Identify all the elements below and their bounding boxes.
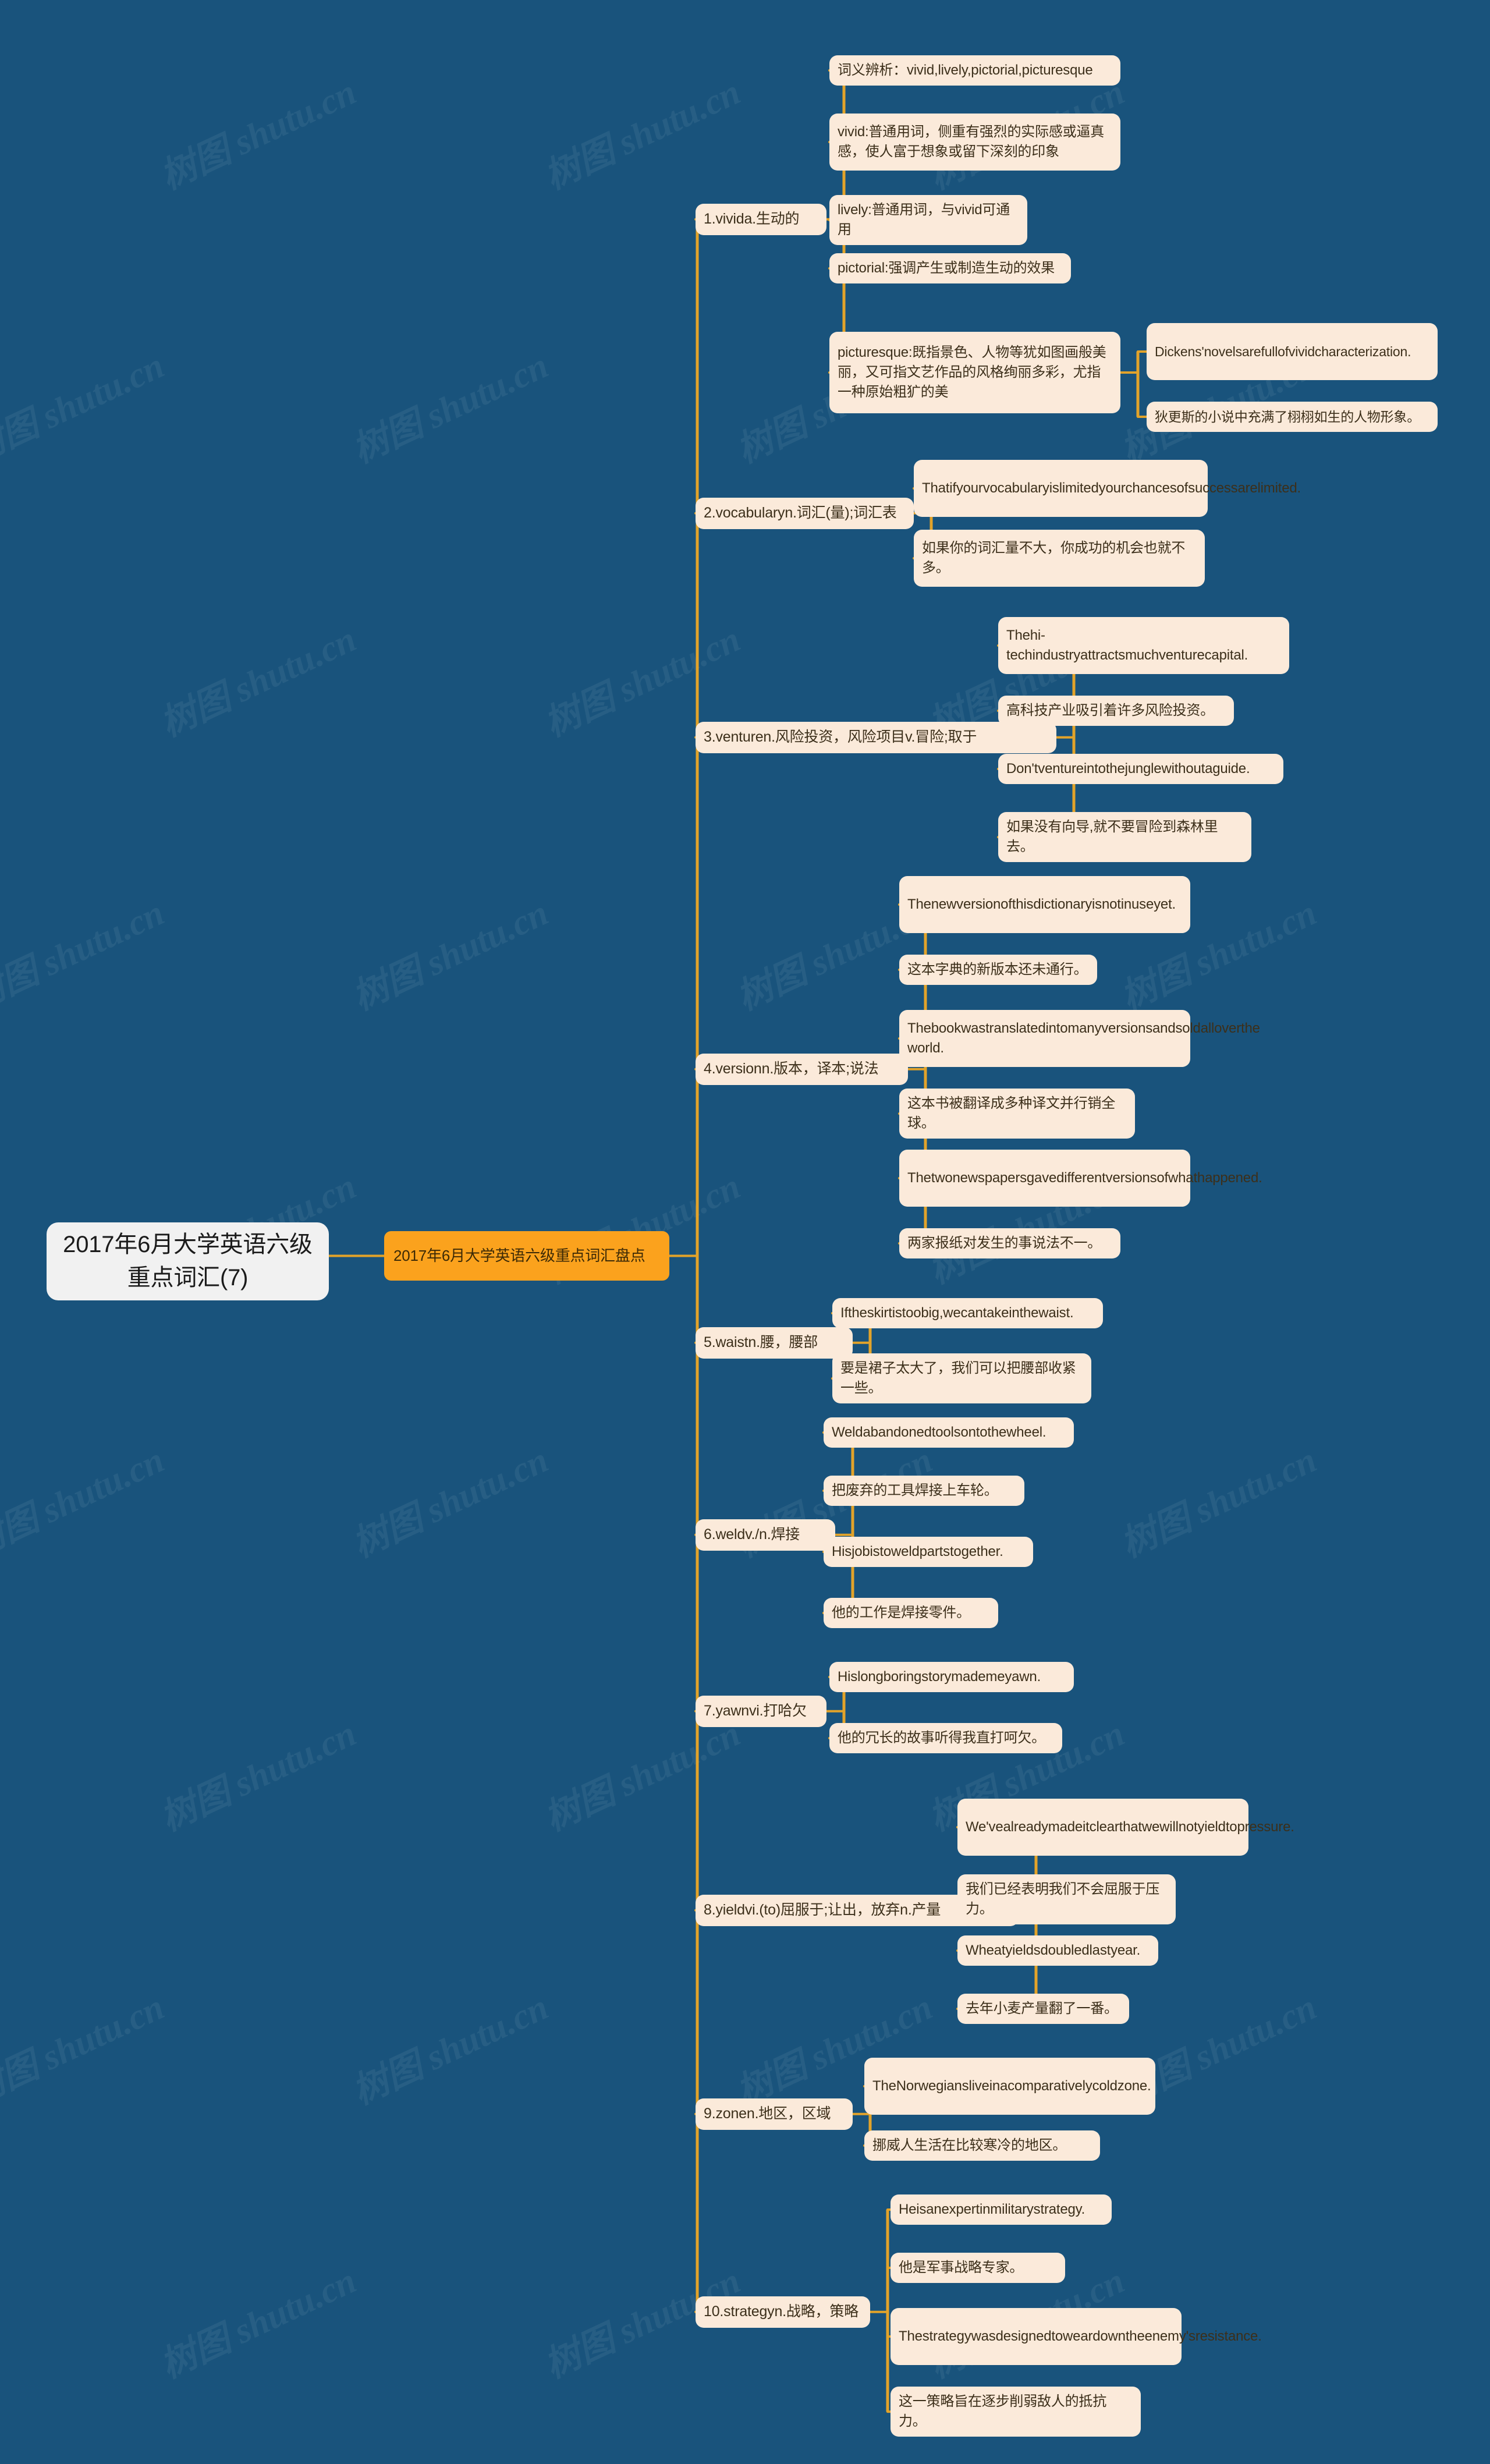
sub-node-4-6-label: 两家报纸对发生的事说法不一。: [907, 1235, 1102, 1251]
sub-node-2-2-label: 如果你的词汇量不大，你成功的机会也就不多。: [922, 540, 1186, 576]
branch-node-9[interactable]: 9.zonen.地区，区域: [696, 2098, 853, 2130]
sub-node-9-2-label: 挪威人生活在比较寒冷的地区。: [872, 2137, 1067, 2153]
sub-node-3-3-label: Don'tventureintothejunglewithoutaguide.: [1006, 761, 1250, 777]
sub-node-1-5-label: picturesque:既指景色、人物等犹如图画般美丽，又可指文艺作品的风格绚丽…: [838, 344, 1106, 400]
sub-node-3-1-label: Thehi-techindustryattractsmuchventurecap…: [1006, 627, 1248, 663]
sub-node-8-1[interactable]: We'vealreadymadeitclearthatwewillnotyiel…: [957, 1799, 1294, 1856]
sub-node-3-1[interactable]: Thehi-techindustryattractsmuchventurecap…: [998, 617, 1289, 674]
sub-node-9-1[interactable]: TheNorwegiansliveinacomparativelycoldzon…: [864, 2058, 1155, 2115]
sub-node-9-2[interactable]: 挪威人生活在比较寒冷的地区。: [864, 2130, 1100, 2161]
sub-node-10-4[interactable]: 这一策略旨在逐步削弱敌人的抵抗力。: [891, 2387, 1141, 2437]
sub-node-4-2-label: 这本字典的新版本还未通行。: [907, 962, 1088, 977]
sub-node-1-3-label: lively:普通用词，与vivid可通用: [838, 202, 1010, 238]
sub-node-3-4-label: 如果没有向导,就不要冒险到森林里去。: [1006, 819, 1218, 855]
sub-node-8-1-label: We'vealreadymadeitclearthatwewillnotyiel…: [966, 1818, 1294, 1835]
branch-node-4-label: 4.versionn.版本，译本;说法: [704, 1061, 879, 1077]
sub-node-9-1-label: TheNorwegiansliveinacomparativelycoldzon…: [872, 2077, 1151, 2094]
root-node[interactable]: 2017年6月大学英语六级重点词汇(7): [47, 1222, 329, 1300]
branch-node-7-label: 7.yawnvi.打哈欠: [704, 1703, 807, 1719]
sub-node-2-2[interactable]: 如果你的词汇量不大，你成功的机会也就不多。: [914, 530, 1205, 587]
center-topic-node[interactable]: 2017年6月大学英语六级重点词汇盘点: [384, 1231, 669, 1281]
branch-node-2-label: 2.vocabularyn.词汇(量);词汇表: [704, 505, 897, 521]
sub-node-8-3-label: Wheatyieldsdoubledlastyear.: [966, 1942, 1141, 1958]
branch-node-1[interactable]: 1.vivida.生动的: [696, 204, 826, 235]
sub-node-1-3[interactable]: lively:普通用词，与vivid可通用: [829, 195, 1027, 246]
branch-node-4[interactable]: 4.versionn.版本，译本;说法: [696, 1054, 908, 1085]
center-topic-node-label: 2017年6月大学英语六级重点词汇盘点: [393, 1247, 645, 1265]
sub-node-4-2[interactable]: 这本字典的新版本还未通行。: [899, 955, 1097, 985]
sub-node-4-4-label: 这本书被翻译成多种译文并行销全球。: [907, 1095, 1115, 1132]
sub-node-10-2[interactable]: 他是军事战略专家。: [891, 2253, 1065, 2284]
leaf-node-1-5-1-label: Dickens'novelsarefullofvividcharacteriza…: [1155, 343, 1411, 359]
sub-node-1-1-label: 词义辨析：vivid,lively,pictorial,picturesque: [838, 62, 1093, 78]
sub-node-6-3-label: Hisjobistoweldpartstogether.: [832, 1544, 1003, 1559]
sub-node-8-2[interactable]: 我们已经表明我们不会屈服于压力。: [957, 1874, 1176, 1925]
sub-node-6-1[interactable]: Weldabandonedtoolsontothewheel.: [824, 1417, 1074, 1448]
sub-node-10-3[interactable]: Thestrategywasdesignedtoweardowntheenemy…: [891, 2308, 1262, 2365]
sub-node-8-4-label: 去年小麦产量翻了一番。: [966, 2001, 1118, 2016]
branch-node-2[interactable]: 2.vocabularyn.词汇(量);词汇表: [696, 498, 914, 529]
branch-node-10[interactable]: 10.strategyn.战略，策略: [696, 2296, 870, 2328]
sub-node-6-2[interactable]: 把废弃的工具焊接上车轮。: [824, 1476, 1024, 1506]
sub-node-6-4[interactable]: 他的工作是焊接零件。: [824, 1598, 998, 1629]
branch-node-6[interactable]: 6.weldv./n.焊接: [696, 1519, 835, 1551]
sub-node-5-1[interactable]: Iftheskirtistoobig,wecantakeinthewaist.: [832, 1298, 1103, 1329]
leaf-node-1-5-1[interactable]: Dickens'novelsarefullofvividcharacteriza…: [1147, 323, 1438, 380]
sub-node-4-1-label: Thenewversionofthisdictionaryisnotinusey…: [907, 896, 1176, 912]
sub-node-7-1-label: Hislongboringstorymademeyawn.: [838, 1669, 1041, 1685]
sub-node-5-1-label: Iftheskirtistoobig,wecantakeinthewaist.: [840, 1305, 1074, 1321]
sub-node-10-1[interactable]: Heisanexpertinmilitarystrategy.: [891, 2194, 1112, 2225]
leaf-node-1-5-2-label: 狄更斯的小说中充满了栩栩如生的人物形象。: [1155, 409, 1421, 424]
mindmap-canvas: 树图 shutu.cn 树图 shutu.cn 树图 shutu.cn 树图 shut…: [0, 0, 1490, 2464]
branch-node-1-label: 1.vivida.生动的: [704, 211, 800, 227]
sub-node-3-2[interactable]: 高科技产业吸引着许多风险投资。: [998, 696, 1234, 726]
branch-node-5[interactable]: 5.waistn.腰，腰部: [696, 1327, 853, 1359]
sub-node-7-1[interactable]: Hislongboringstorymademeyawn.: [829, 1662, 1074, 1693]
sub-node-10-1-label: Heisanexpertinmilitarystrategy.: [899, 2201, 1085, 2217]
sub-node-1-4-label: pictorial:强调产生或制造生动的效果: [838, 260, 1055, 276]
sub-node-4-3-label: Thebookwastranslatedintomanyversionsands…: [907, 1020, 1260, 1056]
sub-node-4-5[interactable]: Thetwonewspapersgavedifferentversionsofw…: [899, 1150, 1262, 1207]
sub-node-6-4-label: 他的工作是焊接零件。: [832, 1605, 970, 1621]
branch-node-5-label: 5.waistn.腰，腰部: [704, 1334, 818, 1350]
sub-node-10-4-label: 这一策略旨在逐步削弱敌人的抵抗力。: [899, 2394, 1106, 2430]
sub-node-3-4[interactable]: 如果没有向导,就不要冒险到森林里去。: [998, 812, 1251, 863]
branch-node-7[interactable]: 7.yawnvi.打哈欠: [696, 1696, 826, 1727]
sub-node-4-5-label: Thetwonewspapersgavedifferentversionsofw…: [907, 1169, 1262, 1186]
sub-node-1-1[interactable]: 词义辨析：vivid,lively,pictorial,picturesque: [829, 55, 1120, 86]
sub-node-10-2-label: 他是军事战略专家。: [899, 2260, 1024, 2275]
sub-node-8-2-label: 我们已经表明我们不会屈服于压力。: [966, 1881, 1160, 1917]
sub-node-3-3[interactable]: Don'tventureintothejunglewithoutaguide.: [998, 754, 1283, 785]
sub-node-1-4[interactable]: pictorial:强调产生或制造生动的效果: [829, 253, 1071, 284]
sub-node-6-1-label: Weldabandonedtoolsontothewheel.: [832, 1424, 1046, 1440]
sub-node-6-2-label: 把废弃的工具焊接上车轮。: [832, 1483, 998, 1498]
branch-node-10-label: 10.strategyn.战略，策略: [704, 2303, 858, 2320]
sub-node-1-5[interactable]: picturesque:既指景色、人物等犹如图画般美丽，又可指文艺作品的风格绚丽…: [829, 332, 1120, 413]
sub-node-1-2[interactable]: vivid:普通用词，侧重有强烈的实际感或逼真感，使人富于想象或留下深刻的印象: [829, 114, 1120, 171]
sub-node-5-2-label: 要是裙子太大了，我们可以把腰部收紧一些。: [840, 1360, 1076, 1396]
sub-node-6-3[interactable]: Hisjobistoweldpartstogether.: [824, 1537, 1033, 1568]
sub-node-7-2-label: 他的冗长的故事听得我直打呵欠。: [838, 1730, 1045, 1746]
sub-node-3-2-label: 高科技产业吸引着许多风险投资。: [1006, 703, 1214, 718]
sub-node-2-1[interactable]: Thatifyourvocabularyislimitedyourchances…: [914, 460, 1301, 517]
sub-node-4-6[interactable]: 两家报纸对发生的事说法不一。: [899, 1228, 1120, 1259]
sub-node-1-2-label: vivid:普通用词，侧重有强烈的实际感或逼真感，使人富于想象或留下深刻的印象: [838, 123, 1105, 159]
sub-node-4-4[interactable]: 这本书被翻译成多种译文并行销全球。: [899, 1089, 1135, 1139]
branch-node-6-label: 6.weldv./n.焊接: [704, 1526, 800, 1543]
sub-node-8-3[interactable]: Wheatyieldsdoubledlastyear.: [957, 1935, 1158, 1966]
branch-node-9-label: 9.zonen.地区，区域: [704, 2105, 831, 2122]
branch-node-3[interactable]: 3.venturen.风险投资，风险项目v.冒险;取于: [696, 722, 1056, 753]
sub-node-2-1-label: Thatifyourvocabularyislimitedyourchances…: [922, 480, 1301, 496]
sub-node-7-2[interactable]: 他的冗长的故事听得我直打呵欠。: [829, 1723, 1062, 1754]
root-node-label: 2017年6月大学英语六级重点词汇(7): [63, 1232, 313, 1291]
sub-node-10-3-label: Thestrategywasdesignedtoweardowntheenemy…: [899, 2328, 1262, 2344]
leaf-node-1-5-2[interactable]: 狄更斯的小说中充满了栩栩如生的人物形象。: [1147, 402, 1438, 432]
sub-node-4-1[interactable]: Thenewversionofthisdictionaryisnotinusey…: [899, 876, 1190, 933]
sub-node-5-2[interactable]: 要是裙子太大了，我们可以把腰部收紧一些。: [832, 1353, 1091, 1404]
sub-node-8-4[interactable]: 去年小麦产量翻了一番。: [957, 1994, 1129, 2025]
sub-node-4-3[interactable]: Thebookwastranslatedintomanyversionsands…: [899, 1010, 1260, 1067]
branch-node-3-label: 3.venturen.风险投资，风险项目v.冒险;取于: [704, 729, 977, 745]
